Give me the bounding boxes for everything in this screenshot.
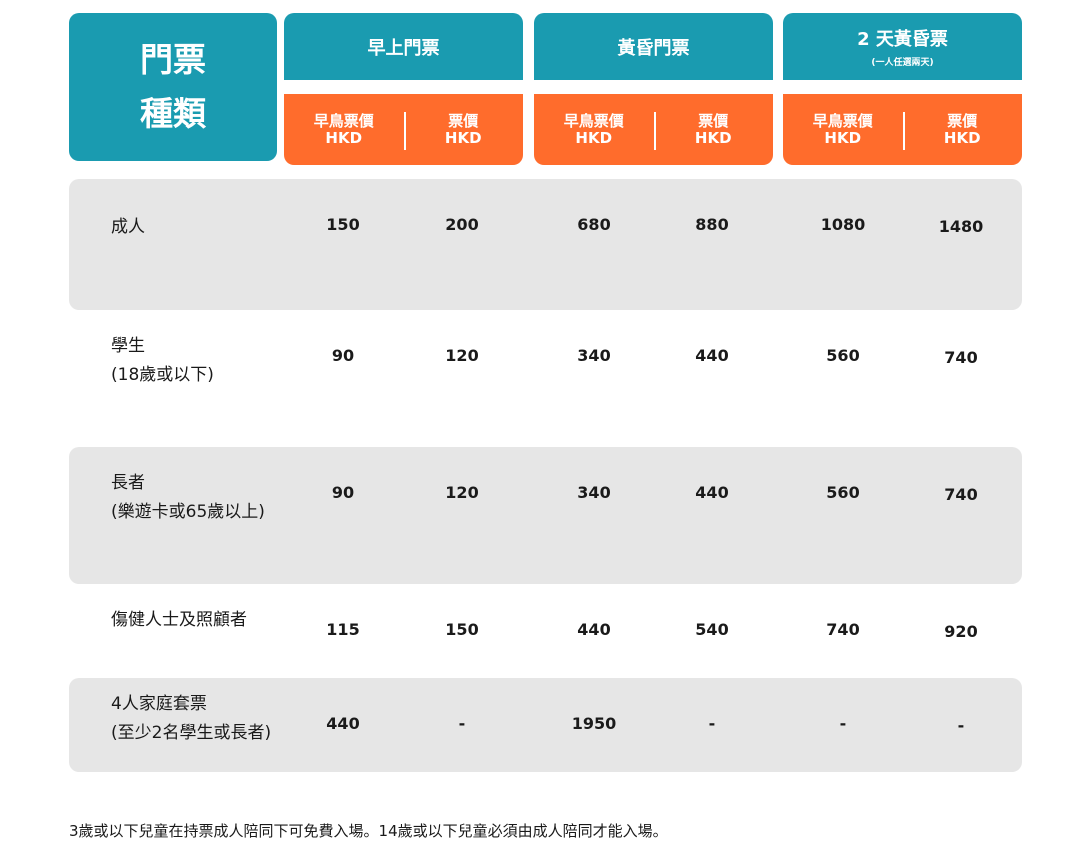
regular-price-header: 票價 HKD xyxy=(653,94,774,165)
currency-label: HKD xyxy=(694,128,732,147)
price-cell: 120 xyxy=(445,483,479,502)
row-label-line1: 學生 xyxy=(111,336,145,356)
early-bird-label: 早鳥票價 xyxy=(313,111,374,130)
price-cell: 680 xyxy=(577,215,611,234)
table-row-senior: 長者 (樂遊卡或65歲以上) 90 120 340 440 560 740 xyxy=(69,447,1022,584)
row-label: 傷健人士及照顧者 xyxy=(111,606,247,635)
currency-label: HKD xyxy=(444,128,482,147)
regular-price-label: 票價 xyxy=(947,111,978,130)
currency-label: HKD xyxy=(943,128,981,147)
price-cell: 440 xyxy=(326,714,360,733)
price-cell: - xyxy=(839,714,847,733)
row-label-line2: (樂遊卡或65歲以上) xyxy=(111,502,265,522)
regular-price-header: 票價 HKD xyxy=(403,94,524,165)
evening-ticket-header: 黃昏門票 xyxy=(534,13,773,80)
price-cell: - xyxy=(708,714,716,733)
evening-price-header: 早鳥票價 HKD 票價 HKD xyxy=(534,94,773,165)
group-subtitle: (一人任選兩天) xyxy=(871,58,934,68)
price-cell: 440 xyxy=(695,346,729,365)
group-title: 早上門票 xyxy=(367,37,440,59)
regular-price-label: 票價 xyxy=(698,111,729,130)
early-bird-price-header: 早鳥票價 HKD xyxy=(783,94,903,165)
row-label-line1: 傷健人士及照顧者 xyxy=(111,610,247,630)
price-cell: 1480 xyxy=(938,217,984,236)
price-cell: 150 xyxy=(445,620,479,639)
ticket-type-line2: 種類 xyxy=(140,94,206,133)
regular-price-header: 票價 HKD xyxy=(902,94,1023,165)
price-cell: 90 xyxy=(331,346,355,365)
row-label-line1: 長者 xyxy=(111,473,145,493)
price-cell: 200 xyxy=(445,215,479,234)
price-cell: 440 xyxy=(695,483,729,502)
morning-price-header: 早鳥票價 HKD 票價 HKD xyxy=(284,94,523,165)
row-label-line2: (18歲或以下) xyxy=(111,365,214,385)
price-cell: 920 xyxy=(944,622,978,641)
row-label: 長者 (樂遊卡或65歲以上) xyxy=(111,469,265,527)
ticket-type-header: 門票 種類 xyxy=(69,13,277,161)
price-cell: 560 xyxy=(826,483,860,502)
currency-label: HKD xyxy=(575,128,613,147)
group-title: 2 天黃昏票 xyxy=(857,29,948,50)
row-label: 成人 xyxy=(111,213,145,242)
footnote: 3歲或以下兒童在持票成人陪同下可免費入場。14歲或以下兒童必須由成人陪同才能入場… xyxy=(69,822,668,840)
early-bird-price-header: 早鳥票價 HKD xyxy=(284,94,404,165)
price-cell: 115 xyxy=(326,620,360,639)
price-cell: 340 xyxy=(577,483,611,502)
row-label-line2: (至少2名學生或長者) xyxy=(111,723,272,743)
currency-label: HKD xyxy=(824,128,862,147)
table-row-disabled: 傷健人士及照顧者 115 150 440 540 740 920 xyxy=(69,584,1022,678)
price-cell: 120 xyxy=(445,346,479,365)
ticket-type-line1: 門票 xyxy=(140,40,206,79)
price-cell: 560 xyxy=(826,346,860,365)
price-cell: 1950 xyxy=(571,714,617,733)
early-bird-label: 早鳥票價 xyxy=(563,111,624,130)
price-cell: 440 xyxy=(577,620,611,639)
early-bird-label: 早鳥票價 xyxy=(812,111,873,130)
morning-ticket-header: 早上門票 xyxy=(284,13,523,80)
two-day-price-header: 早鳥票價 HKD 票價 HKD xyxy=(783,94,1022,165)
price-cell: 880 xyxy=(695,215,729,234)
price-cell: - xyxy=(957,716,965,735)
price-cell: 90 xyxy=(331,483,355,502)
price-cell: 1080 xyxy=(820,215,866,234)
price-cell: - xyxy=(458,714,466,733)
early-bird-price-header: 早鳥票價 HKD xyxy=(534,94,654,165)
price-cell: 340 xyxy=(577,346,611,365)
two-day-evening-ticket-header: 2 天黃昏票 (一人任選兩天) xyxy=(783,13,1022,80)
row-label-line1: 成人 xyxy=(111,217,145,237)
price-cell: 740 xyxy=(944,348,978,367)
row-label-line1: 4人家庭套票 xyxy=(111,694,207,714)
table-row-family: 4人家庭套票 (至少2名學生或長者) 440 - 1950 - - - xyxy=(69,678,1022,772)
price-cell: 740 xyxy=(944,485,978,504)
price-cell: 740 xyxy=(826,620,860,639)
group-title: 黃昏門票 xyxy=(617,37,690,59)
row-label: 學生 (18歲或以下) xyxy=(111,332,214,390)
regular-price-label: 票價 xyxy=(448,111,479,130)
price-cell: 150 xyxy=(326,215,360,234)
table-row-adult: 成人 150 200 680 880 1080 1480 xyxy=(69,179,1022,310)
table-row-student: 學生 (18歲或以下) 90 120 340 440 560 740 xyxy=(69,310,1022,447)
price-cell: 540 xyxy=(695,620,729,639)
row-label: 4人家庭套票 (至少2名學生或長者) xyxy=(111,690,271,748)
currency-label: HKD xyxy=(325,128,363,147)
